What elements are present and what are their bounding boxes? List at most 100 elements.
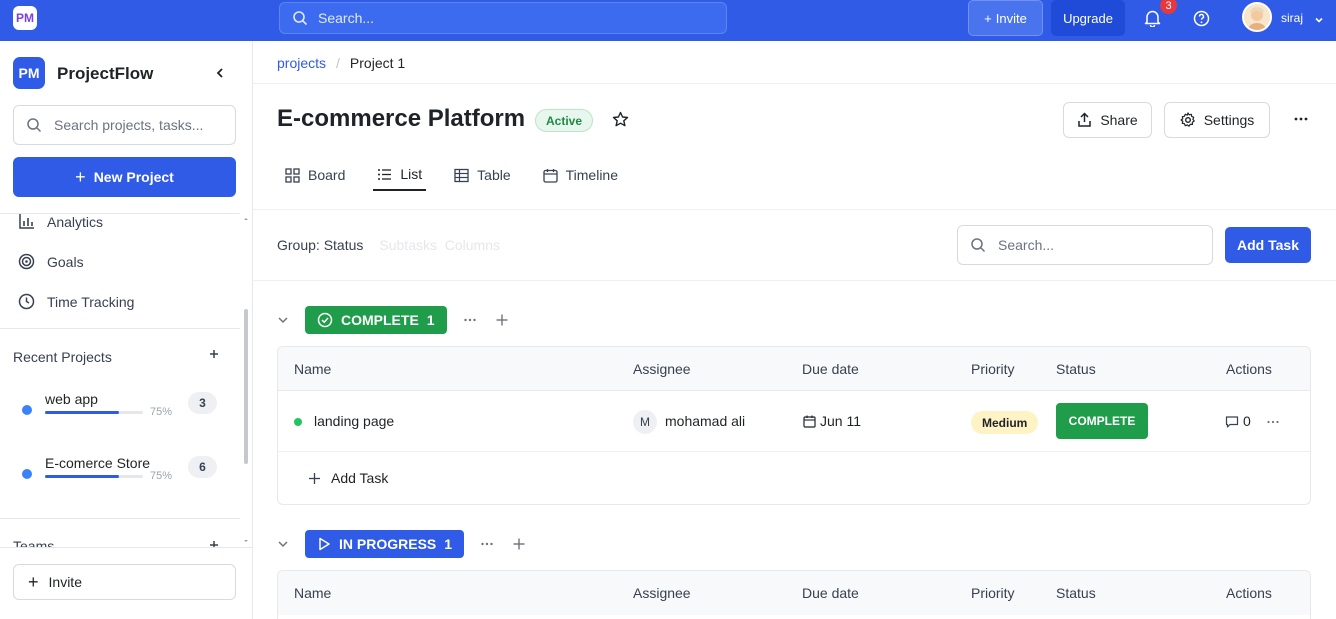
- sidebar-item-goals[interactable]: Goals: [18, 253, 84, 270]
- global-search-placeholder: Search...: [318, 10, 375, 26]
- group-name: IN PROGRESS: [339, 536, 437, 552]
- due-date[interactable]: Jun 11: [820, 413, 861, 429]
- column-header-actions: Actions: [1226, 585, 1272, 601]
- group-name: COMPLETE: [341, 312, 419, 328]
- breadcrumb-projects-link[interactable]: projects: [277, 55, 326, 71]
- global-search-input[interactable]: Search...: [279, 2, 727, 34]
- tab-label: Board: [308, 167, 346, 183]
- recent-projects-title: Recent Projects: [13, 349, 112, 365]
- sidebar-item-analytics[interactable]: Analytics: [18, 213, 103, 230]
- page-title: E-commerce Platform: [277, 105, 526, 132]
- column-header-status[interactable]: Status: [1056, 361, 1096, 377]
- column-header-name[interactable]: Name: [294, 361, 331, 377]
- plus-icon[interactable]: [495, 313, 509, 327]
- gear-icon: [1180, 112, 1195, 127]
- table-header: Name Assignee Due date Priority Status A…: [278, 347, 1310, 391]
- task-status-dot: [294, 418, 302, 426]
- more-options-icon[interactable]: [1266, 415, 1280, 429]
- chevron-down-icon[interactable]: [277, 314, 289, 326]
- task-search-input[interactable]: Search...: [957, 225, 1213, 265]
- more-options-icon[interactable]: [480, 537, 494, 551]
- group-count: 1: [444, 536, 453, 552]
- project-item-web-app[interactable]: web app 75% 3: [22, 391, 222, 431]
- column-header-priority[interactable]: Priority: [971, 585, 1015, 601]
- new-project-button[interactable]: + New Project: [13, 157, 236, 197]
- table-row[interactable]: landing page M mohamad ali Jun 11 Medium…: [278, 391, 1310, 452]
- add-task-button[interactable]: Add Task: [1225, 227, 1311, 263]
- list-icon: [378, 168, 392, 180]
- upgrade-button[interactable]: Upgrade: [1051, 0, 1125, 36]
- priority-badge[interactable]: Medium: [971, 411, 1039, 434]
- scroll-up-icon[interactable]: [243, 216, 249, 222]
- chevron-down-icon[interactable]: [1314, 12, 1324, 28]
- project-dot: [22, 405, 32, 415]
- more-options-icon[interactable]: [1293, 111, 1309, 130]
- task-name[interactable]: landing page: [314, 413, 394, 429]
- sidebar-invite-button[interactable]: + Invite: [13, 564, 236, 600]
- calendar-icon: [542, 168, 558, 183]
- bell-icon[interactable]: [1144, 9, 1161, 30]
- breadcrumb-separator: /: [336, 55, 340, 71]
- sidebar-search-placeholder: Search projects, tasks...: [54, 117, 204, 133]
- tab-timeline[interactable]: Timeline: [539, 159, 622, 191]
- project-item-e-comerce-store[interactable]: E-comerce Store 75% 6: [22, 455, 222, 495]
- column-header-due-date[interactable]: Due date: [802, 361, 859, 377]
- share-button[interactable]: Share: [1063, 102, 1152, 138]
- group-pill-in-progress[interactable]: IN PROGRESS 1: [305, 530, 465, 558]
- column-header-status[interactable]: Status: [1056, 585, 1096, 601]
- column-header-name[interactable]: Name: [294, 585, 331, 601]
- subtasks-toggle[interactable]: Subtasks Columns: [379, 237, 500, 253]
- star-icon[interactable]: [612, 111, 629, 131]
- more-options-icon[interactable]: [463, 313, 477, 327]
- status-badge[interactable]: COMPLETE: [1056, 403, 1148, 439]
- settings-button-label: Settings: [1203, 112, 1255, 128]
- plus-icon: +: [984, 10, 992, 26]
- add-task-row[interactable]: Add Task: [278, 452, 1310, 504]
- sidebar-invite-label: Invite: [48, 574, 82, 590]
- columns-label[interactable]: Columns: [445, 237, 500, 253]
- app-logo[interactable]: PM: [13, 6, 37, 30]
- group-header-in-progress: IN PROGRESS 1: [277, 530, 526, 558]
- comment-icon[interactable]: [1225, 415, 1239, 429]
- assignee-name[interactable]: mohamad ali: [665, 413, 745, 429]
- group-pill-complete[interactable]: COMPLETE 1: [305, 306, 447, 334]
- share-icon: [1078, 112, 1092, 127]
- group-by-status-button[interactable]: Group: Status: [277, 237, 363, 253]
- subtasks-label: Subtasks: [379, 237, 437, 253]
- sidebar-scroll-thumb[interactable]: [244, 309, 248, 464]
- plus-icon[interactable]: [512, 537, 526, 551]
- project-progress-fill: [45, 475, 119, 478]
- grid-icon: [285, 167, 300, 183]
- sidebar-item-label: Time Tracking: [47, 293, 135, 310]
- tab-board[interactable]: Board: [281, 159, 349, 191]
- tab-label: Table: [477, 167, 511, 183]
- settings-button[interactable]: Settings: [1164, 102, 1270, 138]
- collapse-sidebar-icon[interactable]: [214, 66, 226, 82]
- tab-list[interactable]: List: [373, 159, 427, 191]
- sidebar-item-label: Analytics: [47, 213, 104, 230]
- plus-icon: +: [75, 166, 86, 187]
- column-header-priority[interactable]: Priority: [971, 361, 1015, 377]
- column-header-assignee[interactable]: Assignee: [633, 361, 691, 377]
- chevron-down-icon[interactable]: [277, 538, 289, 550]
- divider: [0, 547, 252, 548]
- column-header-assignee[interactable]: Assignee: [633, 585, 691, 601]
- assignee-avatar: M: [633, 410, 657, 434]
- top-bar: PM Search... + Invite Upgrade 3 siraj: [0, 0, 1336, 41]
- user-name[interactable]: siraj: [1281, 11, 1303, 25]
- help-icon[interactable]: [1193, 10, 1210, 30]
- user-avatar[interactable]: [1242, 2, 1272, 32]
- scroll-down-icon[interactable]: [243, 538, 249, 544]
- invite-button[interactable]: + Invite: [968, 0, 1043, 36]
- task-search-placeholder: Search...: [998, 237, 1055, 253]
- plus-icon: [309, 472, 320, 484]
- brand-badge: PM: [13, 57, 45, 89]
- sidebar-search-input[interactable]: Search projects, tasks...: [13, 105, 236, 145]
- add-team-icon[interactable]: [208, 538, 220, 547]
- project-progress-bar: [45, 475, 143, 478]
- tab-table[interactable]: Table: [450, 159, 514, 191]
- column-header-due-date[interactable]: Due date: [802, 585, 859, 601]
- sidebar-item-time-tracking[interactable]: Time Tracking: [18, 293, 134, 310]
- task-table-complete: Name Assignee Due date Priority Status A…: [277, 346, 1311, 505]
- add-recent-project-icon[interactable]: [208, 347, 220, 363]
